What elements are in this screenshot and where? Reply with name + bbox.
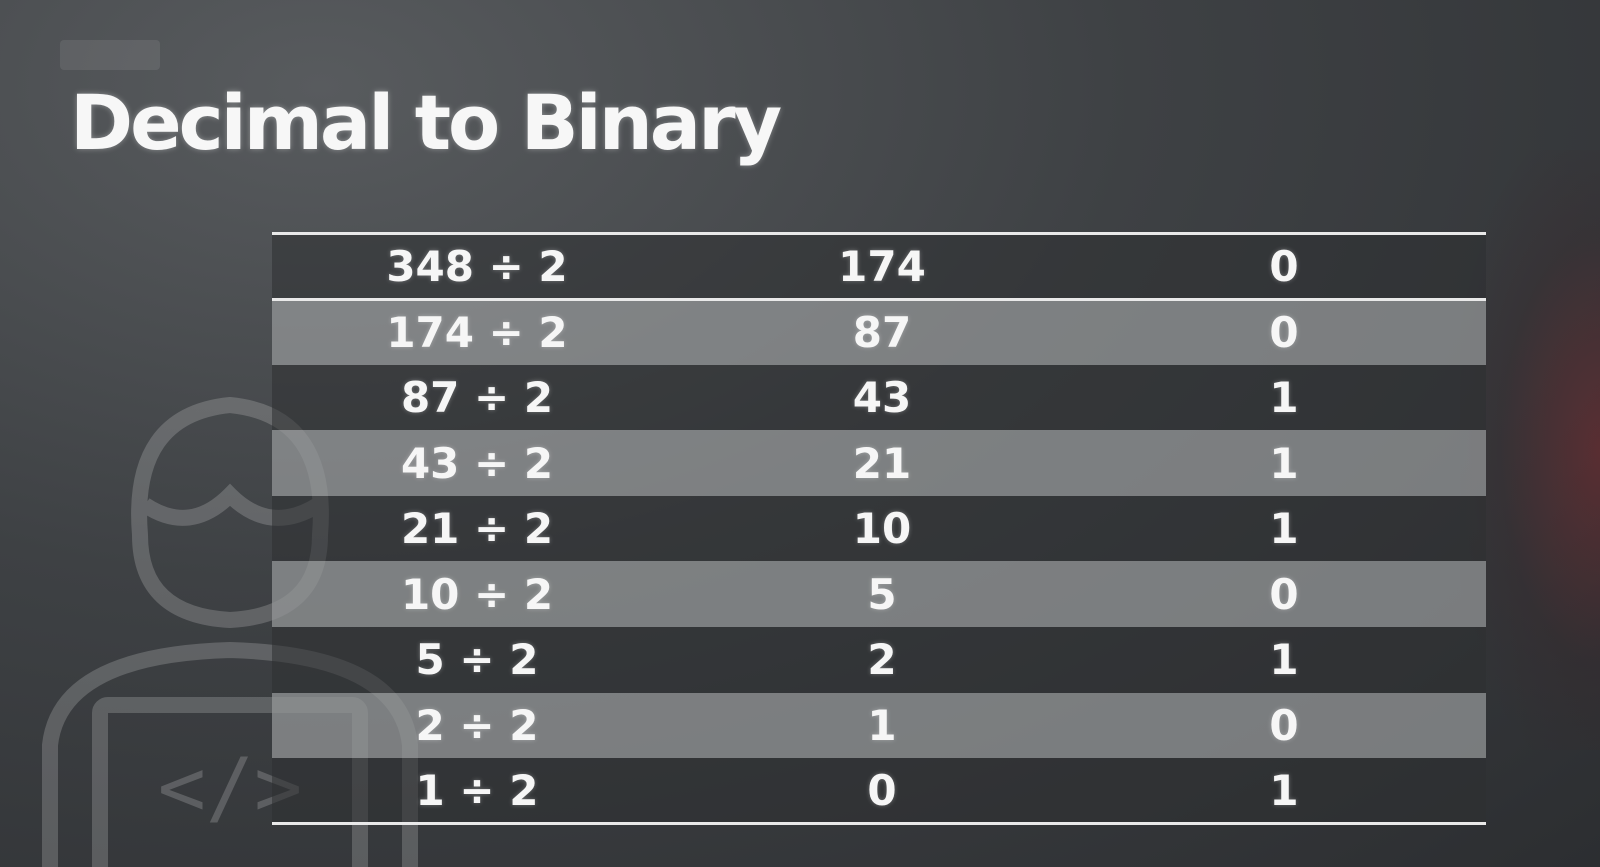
table-row: 174 ÷ 2 87 0 <box>272 299 1486 365</box>
division-expression-cell: 2 ÷ 2 <box>415 700 539 750</box>
remainder-cell: 1 <box>1269 504 1299 554</box>
remainder-cell: 1 <box>1269 438 1299 488</box>
quotient-cell: 0 <box>867 765 897 815</box>
quotient-cell: 21 <box>852 438 912 488</box>
page-title: Decimal to Binary <box>70 78 782 167</box>
table-row: 2 ÷ 2 1 0 <box>272 692 1486 759</box>
division-expression-cell: 87 ÷ 2 <box>400 372 554 422</box>
quotient-cell: 2 <box>867 635 897 685</box>
remainder-cell: 1 <box>1269 635 1299 685</box>
division-expression-cell: 43 ÷ 2 <box>400 438 554 488</box>
division-expression-cell: 5 ÷ 2 <box>415 635 539 685</box>
division-table-body: 348 ÷ 2 174 0 174 ÷ 2 87 0 87 ÷ 2 43 1 43 ÷ 2 21 1 2… <box>272 233 1486 824</box>
table-row: 348 ÷ 2 174 0 <box>272 233 1486 300</box>
division-expression-cell: 21 ÷ 2 <box>400 504 554 554</box>
table-row: 21 ÷ 2 10 1 <box>272 495 1486 562</box>
quotient-cell: 1 <box>867 700 897 750</box>
quotient-cell: 43 <box>852 372 912 422</box>
remainder-cell: 0 <box>1269 308 1299 358</box>
corner-watermark <box>60 40 160 70</box>
quotient-cell: 174 <box>838 241 926 291</box>
remainder-cell: 0 <box>1269 569 1299 619</box>
division-expression-cell: 10 ÷ 2 <box>400 569 554 619</box>
remainder-cell: 0 <box>1269 700 1299 750</box>
remainder-cell: 1 <box>1269 372 1299 422</box>
division-expression-cell: 348 ÷ 2 <box>386 241 568 291</box>
remainder-cell: 0 <box>1269 241 1299 291</box>
division-table: 348 ÷ 2 174 0 174 ÷ 2 87 0 87 ÷ 2 43 1 43 ÷ 2 21 1 2… <box>272 232 1486 826</box>
table-row: 1 ÷ 2 0 1 <box>272 758 1486 824</box>
quotient-cell: 87 <box>852 308 912 358</box>
quotient-cell: 10 <box>852 504 912 554</box>
division-expression-cell: 1 ÷ 2 <box>415 765 539 815</box>
table-row: 10 ÷ 2 5 0 <box>272 561 1486 628</box>
table-row: 87 ÷ 2 43 1 <box>272 364 1486 431</box>
table-row: 5 ÷ 2 2 1 <box>272 627 1486 693</box>
table-row: 43 ÷ 2 21 1 <box>272 430 1486 496</box>
division-expression-cell: 174 ÷ 2 <box>386 308 568 358</box>
remainder-cell: 1 <box>1269 765 1299 815</box>
quotient-cell: 5 <box>867 569 897 619</box>
